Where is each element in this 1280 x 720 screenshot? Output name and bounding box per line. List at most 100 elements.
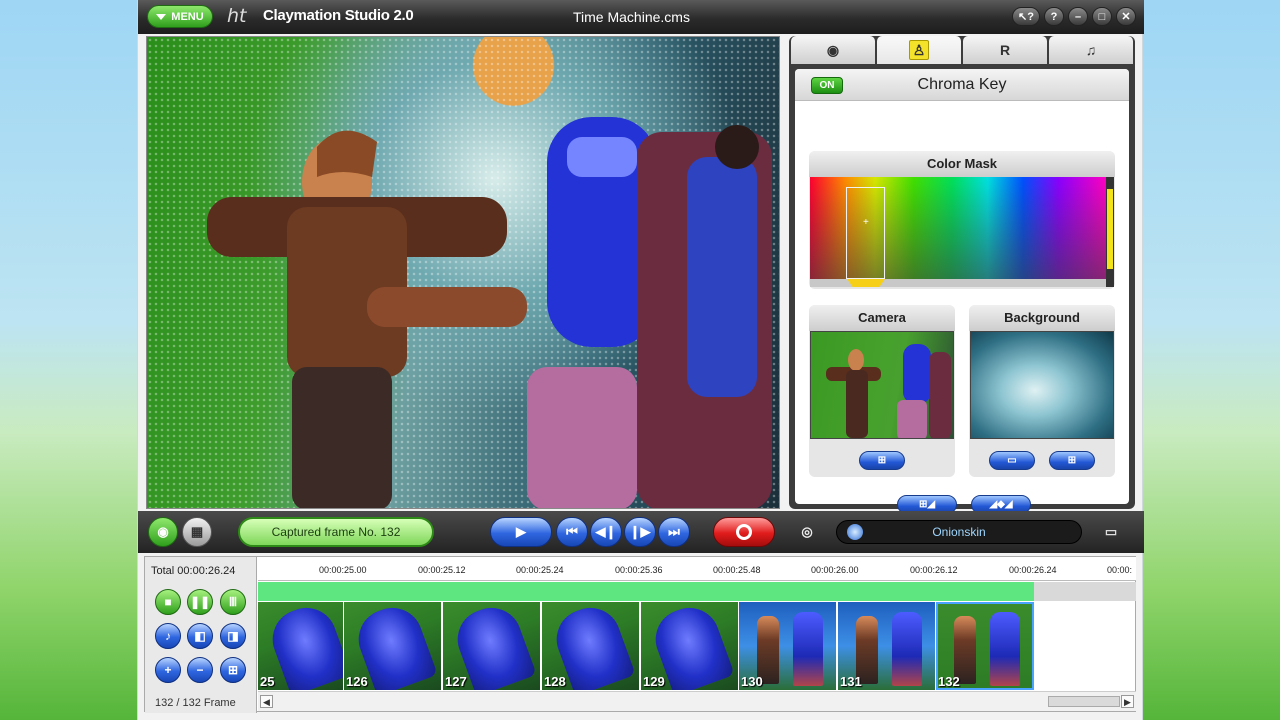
timeline-scrollbar[interactable]: ◀ ▶ [258, 691, 1136, 711]
add-frame-icon[interactable]: ⊞ [220, 657, 246, 683]
minimize-button[interactable]: – [1068, 7, 1088, 26]
stop-icon[interactable]: ■ [155, 589, 181, 615]
timeline-empty-bar [1034, 582, 1136, 601]
onionskin-knob[interactable] [847, 524, 863, 540]
frame-number: 130 [741, 674, 763, 689]
last-frame-button[interactable]: ⏭ [658, 517, 690, 547]
tab-render[interactable]: R [963, 36, 1047, 64]
film-strip-button[interactable]: ▦ [182, 517, 212, 547]
chroma-key-panel: ON Chroma Key Color Mask + Camera ⊞ Back… [795, 69, 1129, 514]
scroll-left-icon[interactable]: ◀ [260, 695, 273, 708]
transport-bar: ◉ ▦ Captured frame No. 132 ▶ ⏮ ◀❙ ❙▶ ⏭ ◎… [138, 511, 1144, 553]
background-section: Background ▭ ⊞ [969, 305, 1115, 477]
hue-range-handle[interactable] [847, 279, 885, 287]
frame-thumbnail[interactable]: 128 [542, 602, 640, 690]
camera-label: Camera [809, 305, 955, 331]
hue-range-slider[interactable] [810, 279, 1106, 287]
color-mask-section: Color Mask + [809, 151, 1115, 289]
frame-number: 132 [938, 674, 960, 689]
chroma-key-icon: ♙ [909, 40, 929, 60]
film-frame-icon[interactable]: ▭ [1096, 519, 1126, 545]
help-button[interactable]: ? [1044, 7, 1064, 26]
tab-music[interactable]: ♫ [1049, 36, 1133, 64]
frame-figure [793, 612, 823, 686]
tolerance-fill [1107, 189, 1113, 269]
render-icon: R [999, 42, 1011, 58]
onionskin-slider[interactable]: Onionskin [836, 520, 1082, 544]
insert-left-icon[interactable]: ◧ [187, 623, 213, 649]
camera-thumbnail-figures [826, 344, 951, 438]
color-mask-label: Color Mask [809, 151, 1115, 177]
context-help-button[interactable]: ↖? [1012, 7, 1040, 26]
camera-capture-button[interactable]: ⊞ [859, 451, 905, 470]
window-controls: ↖? ? – □ ✕ [1012, 7, 1136, 26]
scroll-right-icon[interactable]: ▶ [1121, 695, 1134, 708]
tolerance-slider[interactable] [1106, 177, 1114, 287]
frame-counter: 132 / 132 Frame [155, 697, 236, 709]
music-icon: ♫ [1085, 42, 1097, 58]
tab-camera[interactable]: ◉ [791, 36, 875, 64]
frame-thumbnail[interactable]: 129 [641, 602, 739, 690]
frame-thumbnail[interactable]: 25 [258, 602, 344, 690]
frame-thumbnail[interactable]: 126 [344, 602, 442, 690]
color-mask-spectrum[interactable]: + [810, 177, 1106, 279]
live-preview[interactable] [146, 36, 780, 509]
frame-thumbnail[interactable]: 130 [739, 602, 837, 690]
ruler-tick: 00:00:25.12 [418, 565, 466, 575]
scroll-thumb[interactable] [1048, 696, 1120, 707]
frame-thumbnail[interactable]: 127 [443, 602, 541, 690]
color-mask-selection[interactable]: + [846, 187, 885, 279]
timeline: Total 00:00:26.24 ■ ❚❚ Ⅲ ♪ ◧ ◨ + − ⊞ 132… [144, 556, 1136, 713]
maximize-button[interactable]: □ [1092, 7, 1112, 26]
chroma-key-title: Chroma Key [917, 76, 1007, 93]
background-thumbnail [970, 331, 1114, 439]
app-window: MENU ht Claymation Studio 2.0 Time Machi… [137, 0, 1144, 720]
effects-panel: ◉ ♙ R ♫ ON Chroma Key Color Mask + Camer… [789, 36, 1135, 514]
previous-frame-button[interactable]: ◀❙ [590, 517, 622, 547]
app-title: Claymation Studio 2.0 [263, 7, 414, 24]
background-capture-button[interactable]: ⊞ [1049, 451, 1095, 470]
capture-mode-button[interactable]: ◉ [148, 517, 178, 547]
capture-status: Captured frame No. 132 [238, 517, 434, 547]
audio-icon[interactable]: ♪ [155, 623, 181, 649]
menu-button[interactable]: MENU [147, 5, 213, 28]
close-button[interactable]: ✕ [1116, 7, 1136, 26]
frame-number: 128 [544, 674, 566, 689]
frame-thumbnail[interactable]: 131 [838, 602, 936, 690]
logo-icon: ht [227, 5, 247, 27]
ruler-tick: 00:00:25.36 [615, 565, 663, 575]
camera-section: Camera ⊞ [809, 305, 955, 477]
timeline-duration-bar[interactable] [258, 582, 1034, 601]
timeline-ruler[interactable]: 00:00:25.00 00:00:25.12 00:00:25.24 00:0… [258, 557, 1136, 581]
tab-chroma-key[interactable]: ♙ [877, 36, 961, 64]
insert-right-icon[interactable]: ◨ [220, 623, 246, 649]
frame-figure [990, 612, 1020, 686]
onionskin-label: Onionskin [932, 525, 986, 539]
record-icon [736, 524, 752, 540]
timeline-controls: Total 00:00:26.24 ■ ❚❚ Ⅲ ♪ ◧ ◨ + − ⊞ 132… [145, 557, 257, 713]
zoom-in-icon[interactable]: + [155, 657, 181, 683]
timeline-total: Total 00:00:26.24 [151, 565, 236, 577]
onionskin-camera-icon[interactable]: ◎ [794, 519, 820, 545]
frame-thumbnail-selected[interactable]: 132 [936, 602, 1034, 690]
capture-frame-button[interactable] [713, 517, 775, 547]
next-frame-button[interactable]: ❙▶ [624, 517, 656, 547]
play-button[interactable]: ▶ [490, 517, 552, 547]
ruler-tick: 00:00:26.00 [811, 565, 859, 575]
zoom-out-icon[interactable]: − [187, 657, 213, 683]
open-background-button[interactable]: ▭ [989, 451, 1035, 470]
document-title: Time Machine.cms [573, 9, 690, 25]
ruler-tick: 00:00:26.12 [910, 565, 958, 575]
frame-number: 126 [346, 674, 368, 689]
ruler-tick: 00:00:25.48 [713, 565, 761, 575]
background-label: Background [969, 305, 1115, 331]
grid-icon[interactable]: Ⅲ [220, 589, 246, 615]
menu-arrow-icon [156, 13, 167, 20]
frame-number: 25 [260, 674, 275, 689]
pause-icon[interactable]: ❚❚ [187, 589, 213, 615]
first-frame-button[interactable]: ⏮ [556, 517, 588, 547]
preview-figures [207, 117, 772, 508]
ruler-tick: 00:00:25.24 [516, 565, 564, 575]
frame-strip: 25 126 127 128 129 130 131 132 [258, 602, 1136, 690]
frame-number: 127 [445, 674, 467, 689]
